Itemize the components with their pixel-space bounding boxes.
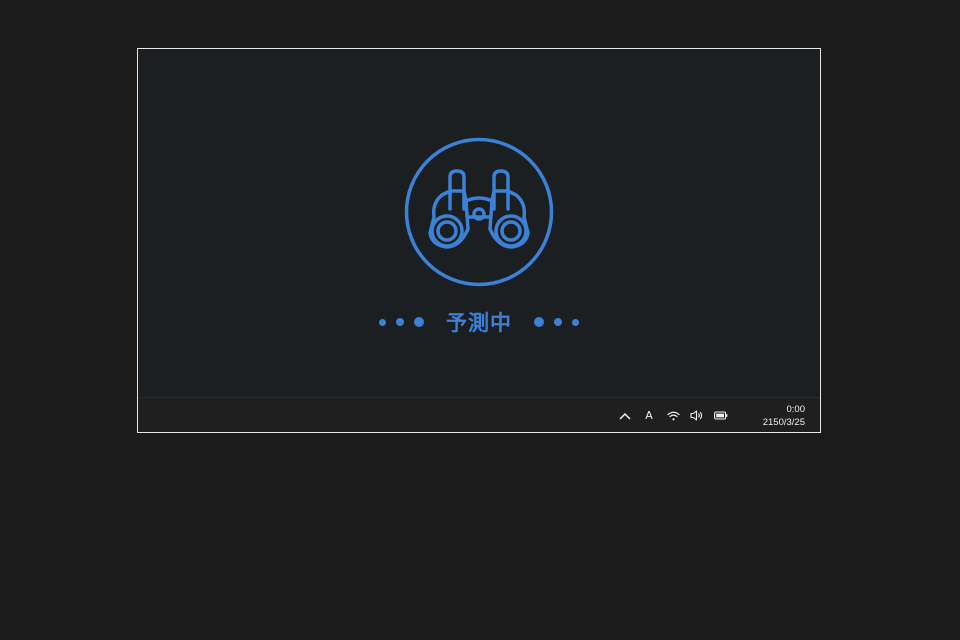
loading-dots-right [534,317,579,327]
speaker-icon [690,410,703,421]
clock-time: 0:00 [786,403,806,415]
taskbar: A 0:00 2150/3/25 [138,397,820,432]
loading-status: 予測中 [138,307,820,337]
battery-icon [714,411,728,420]
loading-dot [572,318,579,326]
clock-button[interactable]: 0:00 2150/3/25 [739,403,820,429]
show-hidden-icons-button[interactable] [613,404,637,428]
loading-dot [414,317,424,327]
system-tray: A 0:00 2150/3/25 [613,398,820,432]
volume-button[interactable] [685,404,709,428]
status-text: 予測中 [446,311,512,335]
chevron-up-icon [619,412,631,420]
loading-screen: 予測中 [138,49,820,397]
wifi-icon [666,411,680,420]
input-method-button[interactable]: A [637,404,661,428]
clock-date: 2150/3/25 [762,416,805,428]
app-window: 予測中 A 0:00 2150/3/25 [137,48,821,433]
ime-label: A [645,409,653,422]
loading-dot [534,317,544,327]
binoculars-icon [404,137,554,287]
loading-dot [379,318,386,326]
network-button[interactable] [661,404,685,428]
battery-button[interactable] [709,404,733,428]
loading-dot [554,318,562,326]
loading-dot [396,318,404,326]
loading-dots-left [379,317,424,327]
